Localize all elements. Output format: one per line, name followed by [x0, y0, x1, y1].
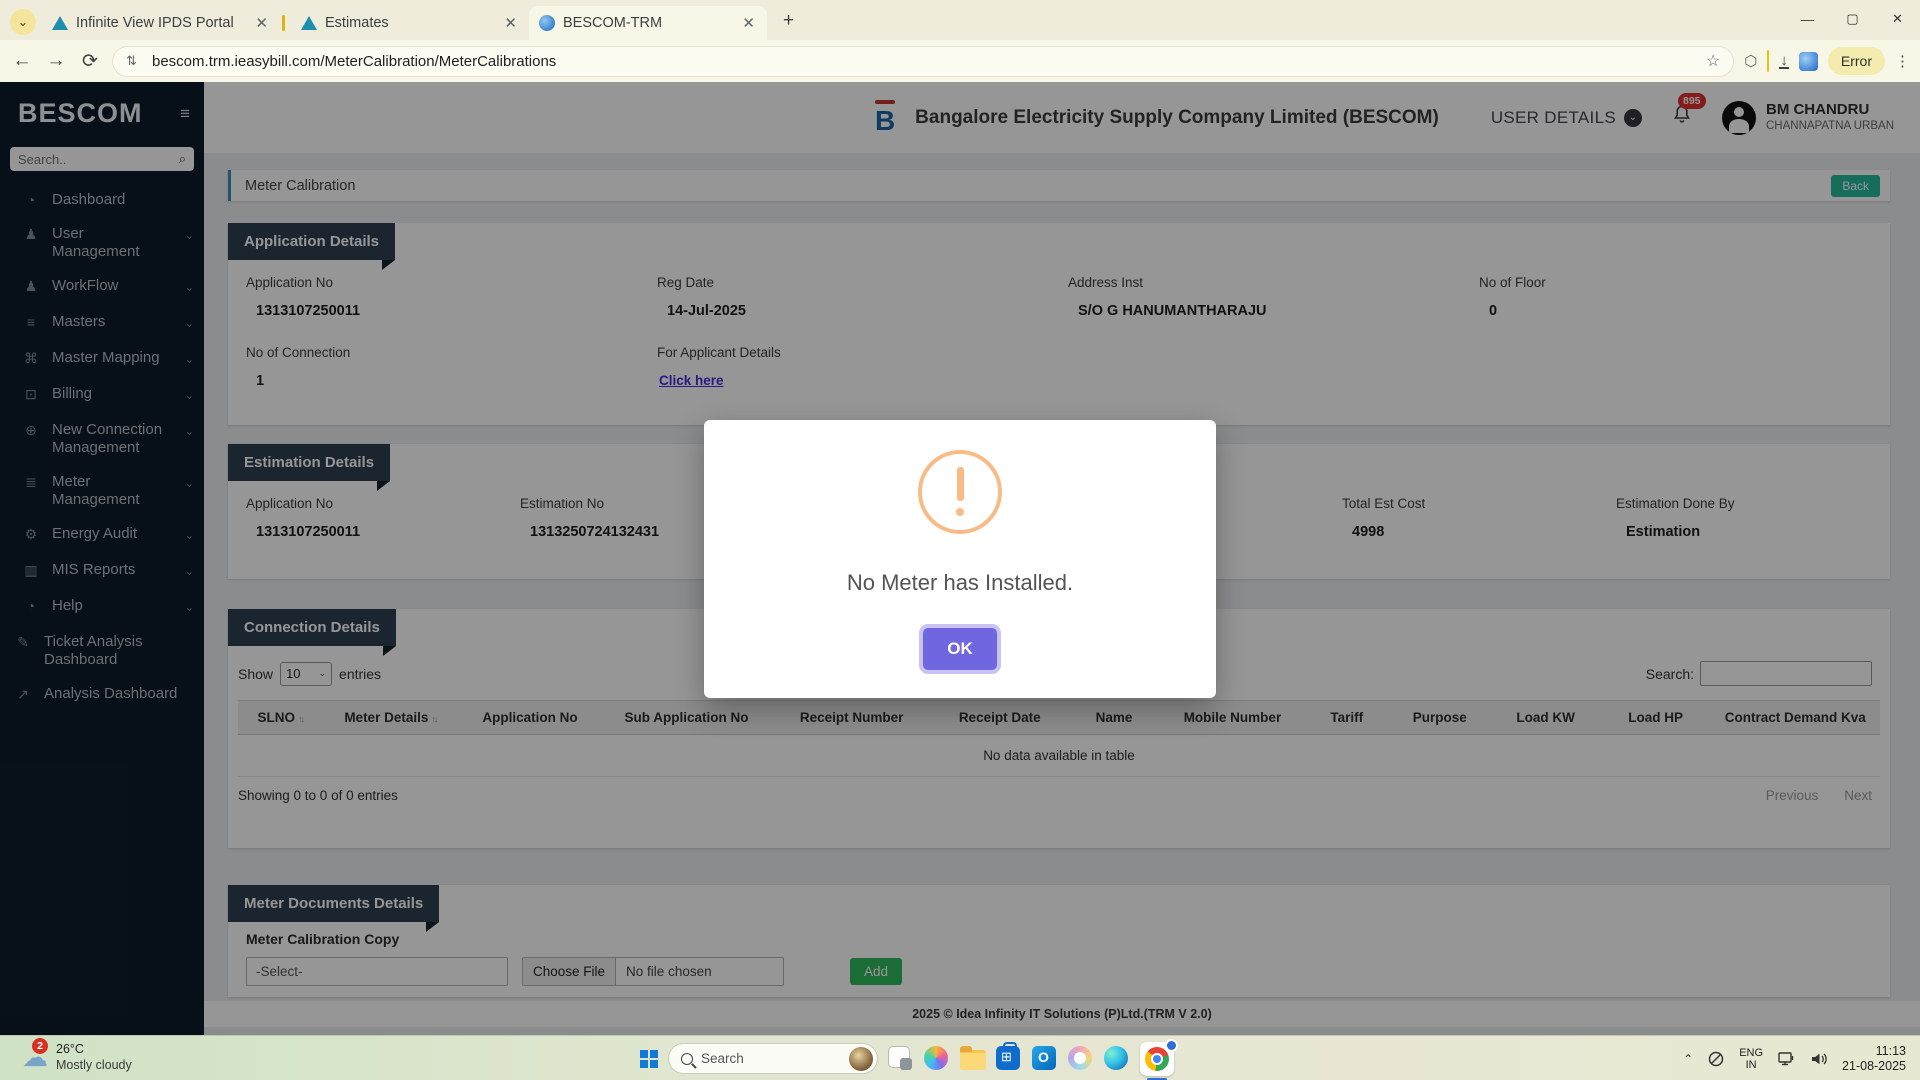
screen: ⌄ Infinite View IPDS Portal ✕ Estimates … [0, 0, 1920, 1080]
browser-tabstrip: ⌄ Infinite View IPDS Portal ✕ Estimates … [0, 0, 1920, 40]
maximize-button[interactable]: ▢ [1830, 0, 1875, 38]
weather-widget[interactable]: ☁2 26°C Mostly cloudy [22, 1041, 132, 1073]
start-button[interactable] [640, 1050, 658, 1068]
chrome-taskbar-button[interactable] [1140, 1042, 1174, 1076]
tab-group-indicator [282, 15, 285, 31]
time: 11:13 [1876, 1044, 1906, 1058]
copilot-icon[interactable] [924, 1046, 948, 1070]
clock[interactable]: 11:1321-08-2025 [1842, 1044, 1906, 1074]
task-view-icon[interactable] [888, 1046, 910, 1068]
toolbar-separator [1767, 50, 1769, 72]
url-input[interactable]: bescom.trm.ieasybill.com/MeterCalibratio… [152, 53, 556, 70]
date: 21-08-2025 [1842, 1059, 1906, 1073]
close-tab-icon[interactable]: ✕ [500, 14, 521, 32]
estimates-favicon-icon [301, 16, 317, 30]
search-icon [681, 1053, 693, 1065]
taskbar-search[interactable]: Search [668, 1043, 878, 1074]
tab-search-button[interactable]: ⌄ [10, 9, 36, 35]
chrome-badge-icon [1165, 1039, 1178, 1052]
alert-dialog: No Meter has Installed. OK [704, 420, 1216, 698]
new-tab-button[interactable]: + [777, 10, 800, 32]
close-tab-icon[interactable]: ✕ [251, 14, 272, 32]
profile-error-badge[interactable]: Error [1828, 47, 1885, 75]
edge-icon[interactable] [1104, 1046, 1128, 1070]
microsoft-store-icon[interactable] [996, 1046, 1020, 1070]
chrome-icon [1145, 1047, 1169, 1071]
taskbar: ☁2 26°C Mostly cloudy Search ⌃ [0, 1035, 1920, 1080]
tab-title: Estimates [325, 15, 492, 31]
url-bar[interactable]: ⇅ bescom.trm.ieasybill.com/MeterCalibrat… [112, 46, 1734, 77]
hidden-icons-chevron[interactable]: ⌃ [1683, 1052, 1693, 1066]
network-icon[interactable] [1777, 1050, 1796, 1067]
modal-overlay: No Meter has Installed. OK [0, 82, 1920, 1035]
tab-title: Infinite View IPDS Portal [76, 15, 243, 31]
browser-menu-icon[interactable]: ⋮ [1895, 52, 1910, 70]
close-window-button[interactable]: ✕ [1875, 0, 1920, 38]
weather-alert-badge: 2 [32, 1038, 48, 1054]
downloads-icon[interactable]: ↓ [1779, 54, 1789, 69]
outlook-icon[interactable] [1032, 1046, 1056, 1070]
browser-toolbar: ← → ⟳ ⇅ bescom.trm.ieasybill.com/MeterCa… [0, 40, 1920, 82]
alert-message: No Meter has Installed. [847, 570, 1073, 596]
do-not-disturb-icon[interactable] [1707, 1050, 1725, 1068]
ipds-favicon-icon [52, 16, 68, 30]
weather-temp: 26°C [56, 1042, 84, 1056]
tab-estimates[interactable]: Estimates ✕ [291, 6, 529, 40]
site-settings-icon[interactable]: ⇅ [126, 53, 142, 69]
forward-icon[interactable]: → [44, 50, 68, 72]
pinned-extension-icon[interactable] [1799, 52, 1818, 71]
extensions-icon[interactable]: ⬡ [1744, 52, 1757, 70]
tab-bescom-trm[interactable]: BESCOM-TRM ✕ [529, 6, 767, 40]
bescom-favicon-icon [539, 15, 555, 31]
bookmark-star-icon[interactable]: ☆ [1706, 51, 1720, 71]
minimize-button[interactable]: — [1785, 0, 1830, 38]
warning-icon [918, 450, 1002, 534]
ok-button[interactable]: OK [923, 628, 997, 670]
file-explorer-icon[interactable] [960, 1050, 986, 1070]
paint-icon[interactable] [1068, 1046, 1092, 1070]
search-highlight-thumbnail [849, 1047, 873, 1071]
close-tab-icon[interactable]: ✕ [738, 14, 759, 32]
tab-ipds-portal[interactable]: Infinite View IPDS Portal ✕ [42, 6, 280, 40]
back-icon[interactable]: ← [10, 50, 34, 72]
weather-cloud-icon: ☁2 [22, 1042, 48, 1072]
tab-title: BESCOM-TRM [563, 15, 730, 31]
reload-icon[interactable]: ⟳ [78, 50, 102, 73]
volume-icon[interactable] [1810, 1051, 1828, 1067]
language-indicator[interactable]: ENGIN [1739, 1047, 1763, 1071]
weather-desc: Mostly cloudy [56, 1058, 132, 1072]
